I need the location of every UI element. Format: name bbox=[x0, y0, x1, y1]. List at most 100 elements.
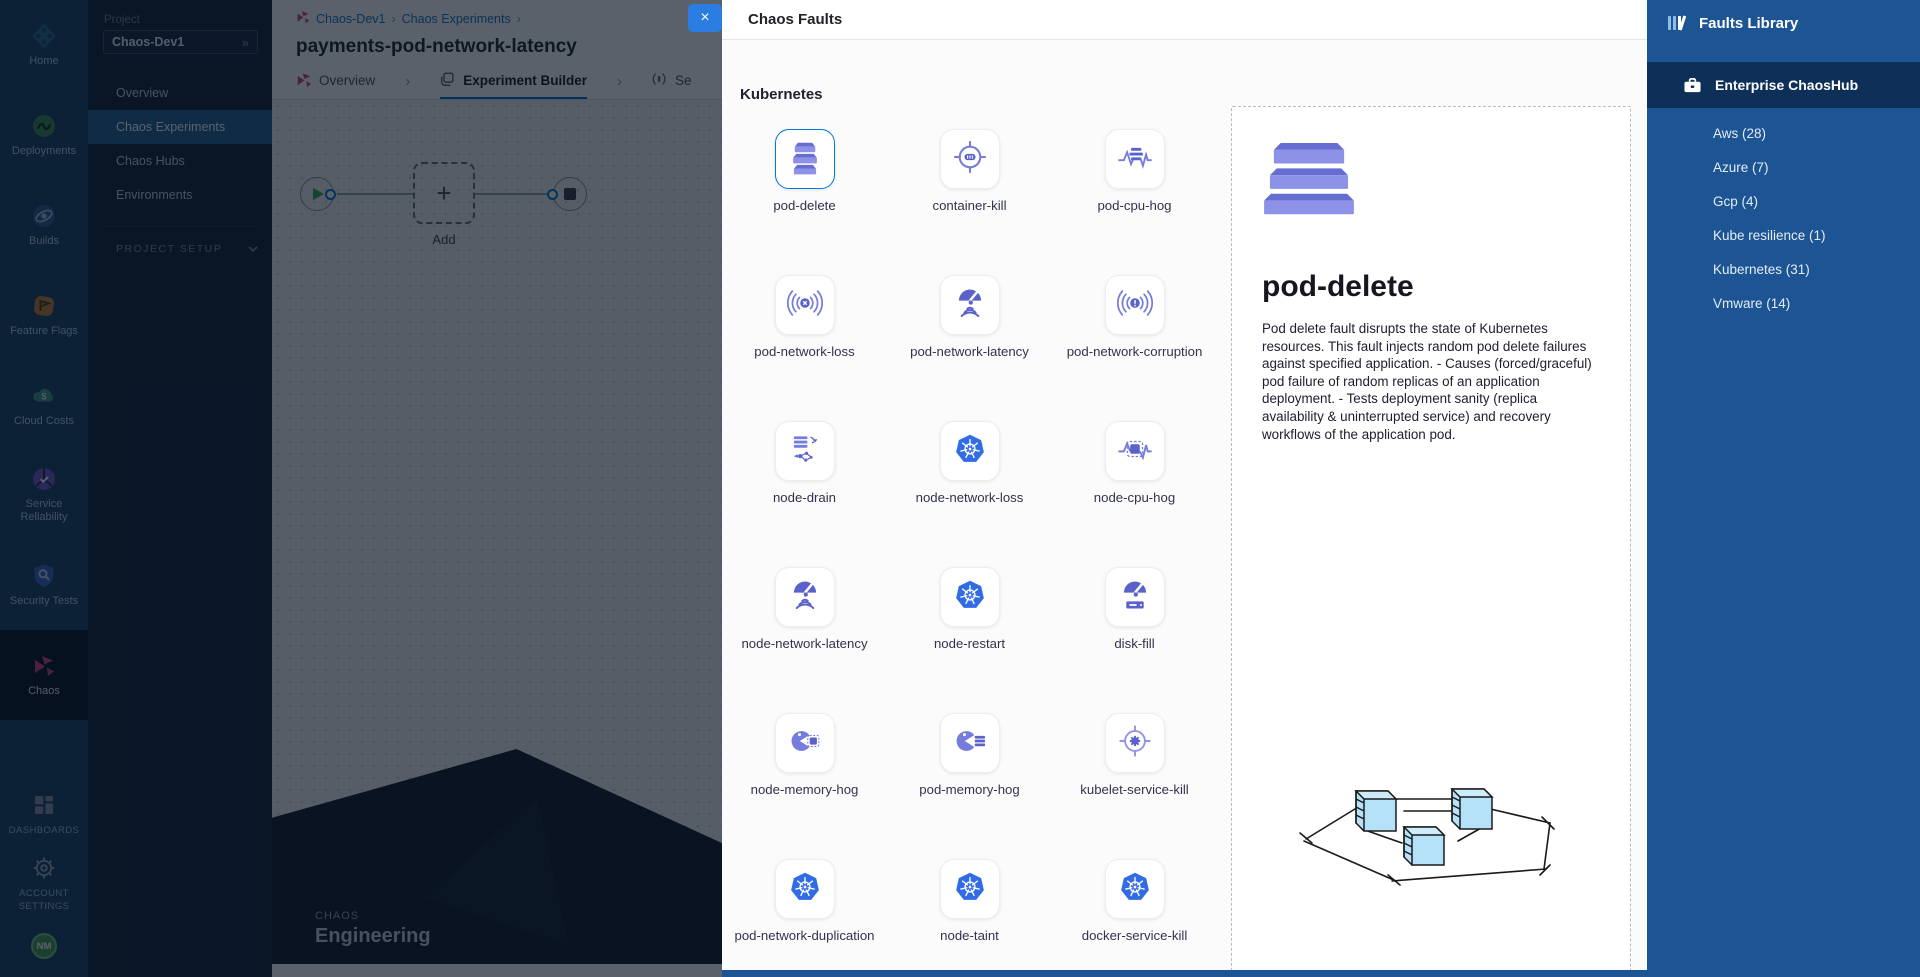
fault-label: pod-memory-hog bbox=[900, 782, 1040, 799]
faults-library-sidebar: Faults Library Enterprise ChaosHub Aws (… bbox=[1647, 0, 1920, 977]
briefcase-icon bbox=[1683, 77, 1702, 94]
pulse-chip-icon bbox=[1116, 430, 1154, 473]
enterprise-chaoshub-label: Enterprise ChaosHub bbox=[1715, 77, 1858, 93]
fault-label: pod-delete bbox=[735, 198, 875, 215]
fault-card[interactable] bbox=[775, 859, 835, 919]
pod-delete-large-icon bbox=[1262, 143, 1600, 230]
fault-pod-network-duplication[interactable]: pod-network-duplication bbox=[722, 859, 887, 970]
kubernetes-icon bbox=[1116, 868, 1154, 911]
fault-container-kill[interactable]: container-kill bbox=[887, 129, 1052, 275]
fault-label: pod-network-corruption bbox=[1065, 344, 1205, 361]
fault-card[interactable] bbox=[1105, 421, 1165, 481]
waves-cross-icon bbox=[786, 284, 824, 327]
category-vmware-14-[interactable]: Vmware (14) bbox=[1647, 286, 1920, 320]
fault-detail-title: pod-delete bbox=[1262, 270, 1600, 304]
modal-header: Chaos Faults bbox=[722, 0, 1647, 40]
fault-card[interactable] bbox=[1105, 275, 1165, 335]
fault-kubelet-service-kill[interactable]: kubelet-service-kill bbox=[1052, 713, 1217, 859]
gauge-waves-icon bbox=[786, 576, 824, 619]
faults-library-header: Faults Library bbox=[1647, 0, 1920, 32]
fault-node-restart[interactable]: node-restart bbox=[887, 567, 1052, 713]
fault-label: node-taint bbox=[900, 928, 1040, 945]
pacman-bars-icon bbox=[951, 722, 989, 765]
library-icon bbox=[1667, 14, 1687, 32]
fault-card[interactable] bbox=[775, 567, 835, 627]
pods-sketch-illustration bbox=[1292, 769, 1582, 902]
fault-label: node-drain bbox=[735, 490, 875, 507]
fault-card[interactable] bbox=[775, 275, 835, 335]
crosshair-capsule-icon bbox=[951, 138, 989, 181]
fault-label: node-restart bbox=[900, 636, 1040, 653]
fault-detail-description: Pod delete fault disrupts the state of K… bbox=[1262, 320, 1600, 443]
drain-icon bbox=[786, 430, 824, 473]
fault-pod-network-latency[interactable]: pod-network-latency bbox=[887, 275, 1052, 421]
fault-pod-network-loss[interactable]: pod-network-loss bbox=[722, 275, 887, 421]
fault-node-taint[interactable]: node-taint bbox=[887, 859, 1052, 970]
fault-card[interactable] bbox=[775, 421, 835, 481]
fault-node-drain[interactable]: node-drain bbox=[722, 421, 887, 567]
fault-card[interactable] bbox=[775, 713, 835, 773]
fault-card[interactable] bbox=[1105, 713, 1165, 773]
pacman-chip-icon bbox=[786, 722, 824, 765]
fault-label: pod-network-loss bbox=[735, 344, 875, 361]
chaos-faults-drawer: × Chaos Faults Kubernetes pod-delete cont… bbox=[688, 0, 1920, 977]
modal-title: Chaos Faults bbox=[748, 11, 842, 28]
fault-node-memory-hog[interactable]: node-memory-hog bbox=[722, 713, 887, 859]
gauge-disk-icon bbox=[1116, 576, 1154, 619]
fault-label: docker-service-kill bbox=[1065, 928, 1205, 945]
fault-label: pod-network-latency bbox=[900, 344, 1040, 361]
fault-label: pod-cpu-hog bbox=[1065, 198, 1205, 215]
gauge-waves-icon bbox=[951, 284, 989, 327]
fault-label: node-network-loss bbox=[900, 490, 1040, 507]
drawer-body: Chaos Faults Kubernetes pod-delete contai… bbox=[722, 0, 1920, 977]
fault-card[interactable] bbox=[940, 421, 1000, 481]
fault-pod-delete[interactable]: pod-delete bbox=[722, 129, 887, 275]
faults-library-title: Faults Library bbox=[1699, 15, 1798, 32]
fault-node-network-latency[interactable]: node-network-latency bbox=[722, 567, 887, 713]
fault-card[interactable] bbox=[940, 567, 1000, 627]
fault-card[interactable] bbox=[940, 275, 1000, 335]
fault-card[interactable] bbox=[940, 129, 1000, 189]
fault-card[interactable] bbox=[1105, 567, 1165, 627]
waves-alert-icon bbox=[1116, 284, 1154, 327]
fault-card[interactable] bbox=[940, 859, 1000, 919]
fault-pod-cpu-hog[interactable]: pod-cpu-hog bbox=[1052, 129, 1217, 275]
fault-detail-panel: pod-delete Pod delete fault disrupts the… bbox=[1231, 106, 1631, 970]
close-button[interactable]: × bbox=[688, 4, 722, 32]
close-icon: × bbox=[700, 9, 709, 26]
chaos-faults-panel: Chaos Faults Kubernetes pod-delete contai… bbox=[722, 0, 1647, 970]
kubernetes-icon bbox=[786, 868, 824, 911]
fault-label: pod-network-duplication bbox=[735, 928, 875, 945]
category-azure-7-[interactable]: Azure (7) bbox=[1647, 150, 1920, 184]
modal-content: Kubernetes pod-delete container-kill pod-c… bbox=[722, 40, 1647, 970]
fault-label: container-kill bbox=[900, 198, 1040, 215]
kubernetes-icon bbox=[951, 430, 989, 473]
kubernetes-icon bbox=[951, 868, 989, 911]
fault-card[interactable] bbox=[775, 129, 835, 189]
fault-category-list: Aws (28)Azure (7)Gcp (4)Kube resilience … bbox=[1647, 108, 1920, 320]
fault-label: node-network-latency bbox=[735, 636, 875, 653]
fault-docker-service-kill[interactable]: docker-service-kill bbox=[1052, 859, 1217, 970]
fault-label: disk-fill bbox=[1065, 636, 1205, 653]
category-gcp-4-[interactable]: Gcp (4) bbox=[1647, 184, 1920, 218]
kubernetes-icon bbox=[951, 576, 989, 619]
enterprise-chaoshub-item[interactable]: Enterprise ChaosHub bbox=[1647, 62, 1920, 108]
app-root: HomeDeploymentsBuildsFeature Flags$Cloud… bbox=[0, 0, 1920, 977]
fault-pod-memory-hog[interactable]: pod-memory-hog bbox=[887, 713, 1052, 859]
category-kubernetes-31-[interactable]: Kubernetes (31) bbox=[1647, 252, 1920, 286]
fault-card[interactable] bbox=[1105, 129, 1165, 189]
fault-disk-fill[interactable]: disk-fill bbox=[1052, 567, 1217, 713]
category-kube-resilience-1-[interactable]: Kube resilience (1) bbox=[1647, 218, 1920, 252]
fault-node-cpu-hog[interactable]: node-cpu-hog bbox=[1052, 421, 1217, 567]
pod-stack-icon bbox=[786, 138, 824, 181]
category-aws-28-[interactable]: Aws (28) bbox=[1647, 116, 1920, 150]
fault-label: kubelet-service-kill bbox=[1065, 782, 1205, 799]
fault-card[interactable] bbox=[940, 713, 1000, 773]
fault-card[interactable] bbox=[1105, 859, 1165, 919]
pulse-bars-icon bbox=[1116, 138, 1154, 181]
fault-node-network-loss[interactable]: node-network-loss bbox=[887, 421, 1052, 567]
fault-pod-network-corruption[interactable]: pod-network-corruption bbox=[1052, 275, 1217, 421]
kubernetes-section-heading: Kubernetes bbox=[740, 86, 1647, 103]
crosshair-gear-icon bbox=[1116, 722, 1154, 765]
fault-label: node-cpu-hog bbox=[1065, 490, 1205, 507]
